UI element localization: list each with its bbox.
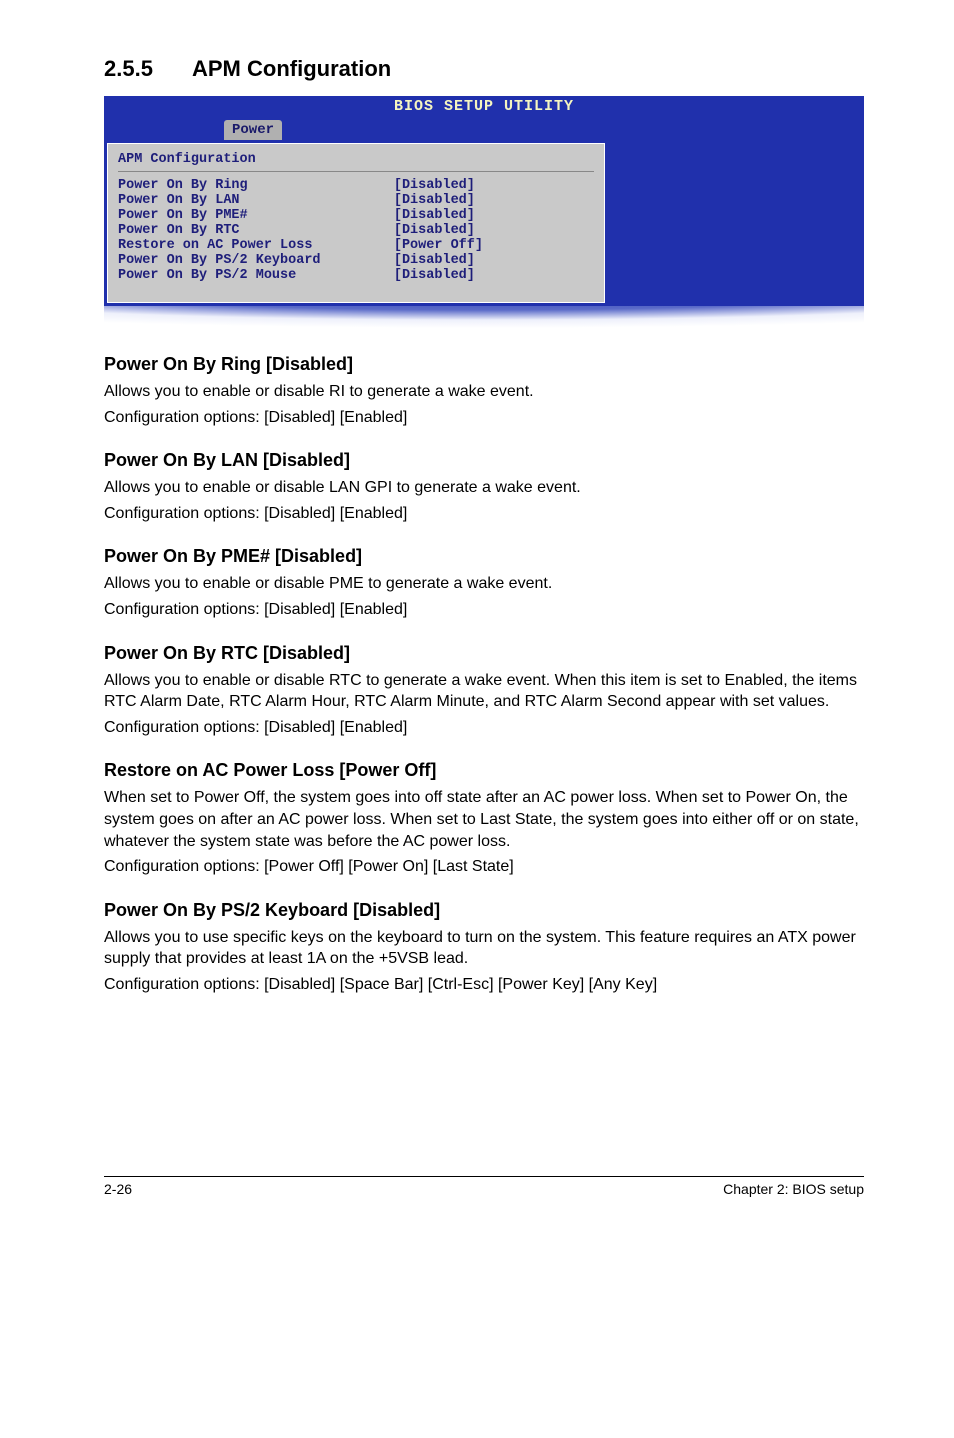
bios-row-label: Power On By PS/2 Keyboard xyxy=(118,253,394,268)
item-heading: Restore on AC Power Loss [Power Off] xyxy=(104,760,864,781)
bios-row-label: Power On By PS/2 Mouse xyxy=(118,268,394,283)
bios-row: Restore on AC Power Loss [Power Off] xyxy=(118,238,594,253)
footer-rule xyxy=(104,1176,864,1177)
bios-row-value: [Disabled] xyxy=(394,208,594,223)
item-paragraph: When set to Power Off, the system goes i… xyxy=(104,787,864,852)
item-heading: Power On By Ring [Disabled] xyxy=(104,354,864,375)
bios-screenshot: BIOS SETUP UTILITY Power APM Configurati… xyxy=(104,96,864,332)
bios-row-label: Power On By RTC xyxy=(118,223,394,238)
bios-row-value: [Disabled] xyxy=(394,253,594,268)
bios-bottom-fade xyxy=(104,306,864,332)
bios-row: Power On By PME# [Disabled] xyxy=(118,208,594,223)
item-heading: Power On By RTC [Disabled] xyxy=(104,643,864,664)
bios-row: Power On By PS/2 Keyboard [Disabled] xyxy=(118,253,594,268)
bios-tab-row: Power xyxy=(104,118,864,140)
section-number: 2.5.5 xyxy=(104,56,192,82)
section-title: APM Configuration xyxy=(192,56,391,81)
page-container: 2.5.5APM Configuration BIOS SETUP UTILIT… xyxy=(0,0,954,1438)
page-footer: 2-26 Chapter 2: BIOS setup xyxy=(104,1181,864,1217)
bios-row-label: Power On By LAN xyxy=(118,193,394,208)
item-paragraph: Configuration options: [Disabled] [Space… xyxy=(104,974,864,996)
item-paragraph: Configuration options: [Disabled] [Enabl… xyxy=(104,599,864,621)
item-paragraph: Configuration options: [Disabled] [Enabl… xyxy=(104,503,864,525)
bios-row: Power On By PS/2 Mouse [Disabled] xyxy=(118,268,594,283)
item-paragraph: Configuration options: [Power Off] [Powe… xyxy=(104,856,864,878)
item-paragraph: Allows you to enable or disable LAN GPI … xyxy=(104,477,864,499)
item-paragraph: Configuration options: [Disabled] [Enabl… xyxy=(104,407,864,429)
bios-body: APM Configuration Power On By Ring [Disa… xyxy=(104,140,864,306)
bios-row-value: [Disabled] xyxy=(394,268,594,283)
item-heading: Power On By PS/2 Keyboard [Disabled] xyxy=(104,900,864,921)
bios-tab-power: Power xyxy=(224,120,282,140)
item-paragraph: Configuration options: [Disabled] [Enabl… xyxy=(104,717,864,739)
bios-row-value: [Disabled] xyxy=(394,193,594,208)
bios-titlebar: BIOS SETUP UTILITY xyxy=(104,96,864,118)
bios-utility-title: BIOS SETUP UTILITY xyxy=(394,98,574,115)
item-paragraph: Allows you to enable or disable RTC to g… xyxy=(104,670,864,713)
item-paragraph: Allows you to enable or disable PME to g… xyxy=(104,573,864,595)
bios-row-value: [Power Off] xyxy=(394,238,594,253)
bios-row-label: Restore on AC Power Loss xyxy=(118,238,394,253)
page-number: 2-26 xyxy=(104,1181,132,1197)
bios-right-panel xyxy=(605,143,861,303)
bios-panel-heading: APM Configuration xyxy=(118,150,594,172)
chapter-label: Chapter 2: BIOS setup xyxy=(723,1181,864,1197)
bios-row: Power On By Ring [Disabled] xyxy=(118,178,594,193)
item-heading: Power On By PME# [Disabled] xyxy=(104,546,864,567)
section-heading: 2.5.5APM Configuration xyxy=(104,56,864,82)
item-heading: Power On By LAN [Disabled] xyxy=(104,450,864,471)
bios-row-label: Power On By PME# xyxy=(118,208,394,223)
item-paragraph: Allows you to enable or disable RI to ge… xyxy=(104,381,864,403)
bios-row: Power On By RTC [Disabled] xyxy=(118,223,594,238)
bios-row: Power On By LAN [Disabled] xyxy=(118,193,594,208)
item-paragraph: Allows you to use specific keys on the k… xyxy=(104,927,864,970)
bios-left-panel: APM Configuration Power On By Ring [Disa… xyxy=(107,143,605,303)
bios-row-value: [Disabled] xyxy=(394,178,594,193)
bios-row-label: Power On By Ring xyxy=(118,178,394,193)
bios-row-value: [Disabled] xyxy=(394,223,594,238)
